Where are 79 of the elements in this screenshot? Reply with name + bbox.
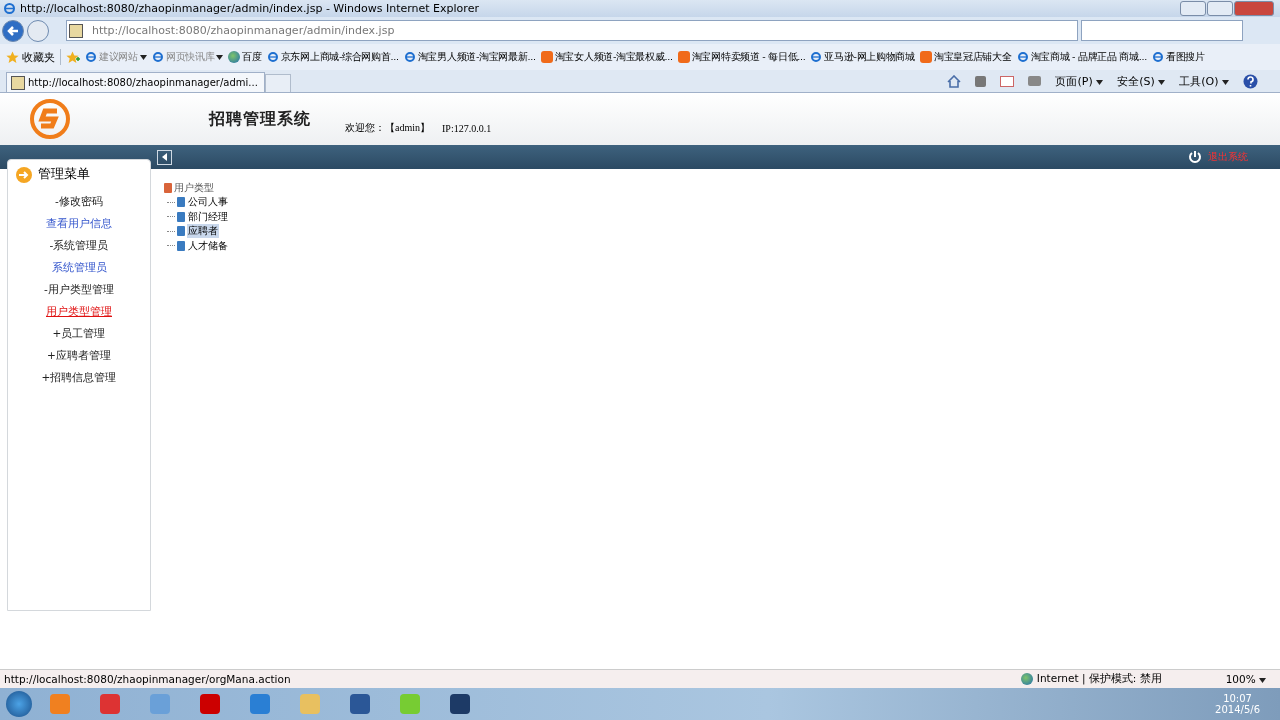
home-icon[interactable] <box>947 74 962 88</box>
tree-node[interactable]: 应聘者 <box>187 224 219 239</box>
caret-icon <box>216 54 224 60</box>
ie-logo-icon <box>810 51 823 63</box>
back-button[interactable] <box>2 19 24 42</box>
forward-button[interactable] <box>27 19 49 42</box>
book-icon <box>177 211 185 222</box>
globe-icon <box>1020 673 1033 685</box>
ie-logo-icon <box>151 51 164 63</box>
ie-logo-icon <box>403 51 416 63</box>
start-button[interactable] <box>6 691 32 717</box>
menu-link[interactable]: 查看用户信息 <box>46 217 112 231</box>
search-field[interactable] <box>1081 20 1243 41</box>
page-icon <box>11 75 25 90</box>
command-menu[interactable]: 页面(P) <box>1055 73 1104 89</box>
caret-icon <box>1222 79 1229 85</box>
command-menu[interactable]: 安全(S) <box>1117 73 1166 89</box>
power-icon <box>1188 150 1202 164</box>
bookmark-link[interactable]: 淘宝商城 - 品牌正品 商城... <box>1016 50 1147 64</box>
menu-group[interactable]: -修改密码 <box>55 195 103 209</box>
minimize-button[interactable] <box>1180 1 1206 16</box>
caret-icon <box>1096 79 1104 85</box>
tree-node[interactable]: 人才储备 <box>187 238 229 253</box>
bookmark-link[interactable]: 淘宝皇冠店铺大全 <box>919 50 1012 64</box>
page-icon <box>69 23 83 38</box>
menu-link[interactable]: 用户类型管理 <box>46 305 112 319</box>
status-url: http://localhost:8080/zhaopinmanager/orgMana.action <box>4 673 291 685</box>
favorites-button[interactable]: 收藏夹 <box>6 49 55 65</box>
site-logo-icon <box>540 51 553 63</box>
menu-title: 管理菜单 <box>38 166 90 183</box>
tree-node[interactable]: 公司人事 <box>187 195 229 210</box>
book-icon <box>177 226 185 237</box>
book-icon <box>177 197 185 208</box>
menu-group[interactable]: -用户类型管理 <box>44 283 114 297</box>
book-icon <box>177 240 185 251</box>
ie-logo-icon <box>266 51 279 63</box>
maximize-button[interactable] <box>1207 1 1233 16</box>
ie-logo-icon <box>1151 51 1164 63</box>
caret-icon <box>1259 678 1266 683</box>
welcome-text: 欢迎您：【admin】 <box>345 121 430 135</box>
browser-tab[interactable]: http://localhost:8080/zhaopinmanager/admi... <box>6 72 265 92</box>
security-zone: Internet | 保护模式: 禁用 <box>1036 672 1162 686</box>
ie-logo-icon <box>85 51 97 63</box>
caret-icon <box>139 54 147 60</box>
new-tab-button[interactable] <box>264 74 291 92</box>
site-logo-icon <box>919 51 932 63</box>
window-title: http://localhost:8080/zhaopinmanager/admin/index.jsp - Windows Internet Explorer <box>20 2 479 15</box>
site-logo-icon <box>677 51 690 63</box>
bookmark-link[interactable]: 看图搜片 <box>1151 50 1205 64</box>
system-title: 招聘管理系统 <box>209 108 311 130</box>
bookmark-link[interactable]: 亚马逊-网上购物商城 <box>810 50 915 64</box>
collapse-icon[interactable] <box>157 149 172 165</box>
star-icon <box>6 50 19 64</box>
bookmark-link[interactable]: 淘宝女人频道-淘宝最权威... <box>540 50 673 64</box>
tree-root[interactable]: 用户类型 <box>174 181 214 195</box>
tree-node[interactable]: 部门经理 <box>187 209 229 224</box>
menu-link[interactable]: 系统管理员 <box>51 261 107 275</box>
ip-text: IP:127.0.0.1 <box>442 122 492 134</box>
globe-icon <box>228 51 241 63</box>
menu-group[interactable]: +员工管理 <box>52 327 106 341</box>
bookmark-link[interactable]: 淘宝网特卖频道 - 每日低... <box>677 50 806 64</box>
caret-icon <box>1158 79 1166 85</box>
help-icon[interactable] <box>1243 73 1258 89</box>
close-button[interactable] <box>1234 1 1274 16</box>
bookmark-link[interactable]: 淘宝男人频道-淘宝网最新... <box>403 50 536 64</box>
logo-icon <box>29 98 71 140</box>
menu-group[interactable]: -系统管理员 <box>49 239 109 253</box>
ie-logo-icon <box>3 2 16 15</box>
address-bar[interactable]: http://localhost:8080/zhaopinmanager/admin/index.jsp <box>66 20 1078 41</box>
menu-group[interactable]: +招聘信息管理 <box>41 371 117 385</box>
command-menu[interactable]: 工具(O) <box>1179 73 1229 89</box>
mail-icon[interactable] <box>1000 75 1015 87</box>
zoom-control[interactable]: 100% <box>1225 673 1266 685</box>
ie-logo-icon <box>1016 51 1029 63</box>
add-favorite-icon[interactable] <box>66 50 80 64</box>
menu-group[interactable]: +应聘者管理 <box>47 349 111 363</box>
back-arrow-icon <box>6 23 20 38</box>
bookmark-link[interactable]: 百度 <box>228 50 262 64</box>
bookmark-link[interactable]: 京东网上商城-综合网购首... <box>266 50 399 64</box>
